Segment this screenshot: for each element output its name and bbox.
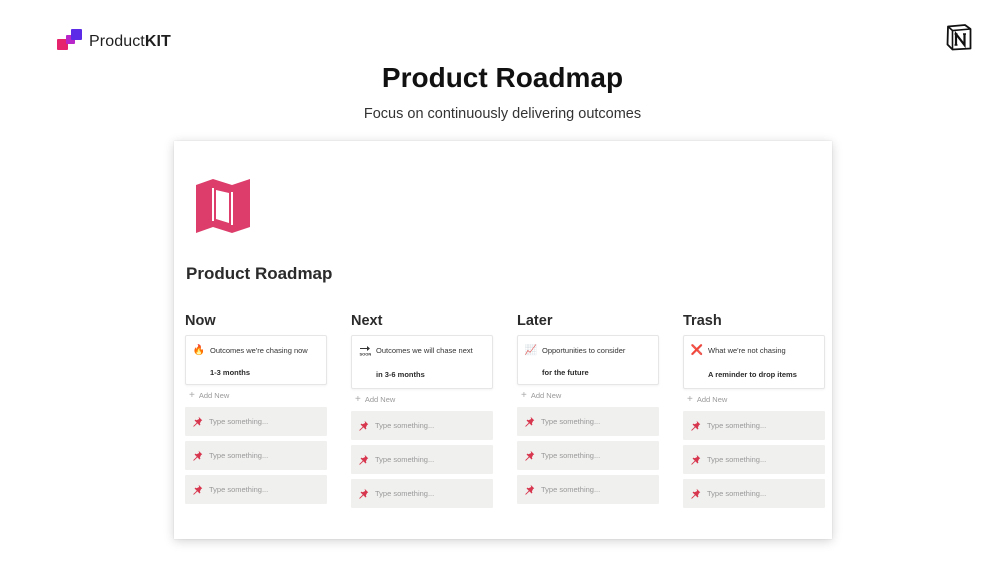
column-title: Trash [683,313,722,329]
fire-icon: 🔥 [192,344,206,356]
pushpin-icon [192,484,203,495]
card-item[interactable]: Type something... [185,407,327,436]
svg-text:SOON: SOON [360,352,372,357]
card-placeholder-text: Type something... [541,485,601,494]
column-cover-card[interactable]: 🔥 Outcomes we're chasing now 1-3 months [185,335,327,385]
column-cover-card[interactable]: SOON Outcomes we will chase next in 3-6 … [351,335,493,389]
card-placeholder-text: Type something... [375,455,435,464]
page-title: Product Roadmap [381,62,624,93]
column-cover-card[interactable]: 📈 Opportunities to consider for the futu… [517,335,659,385]
card-item[interactable]: Type something... [351,445,493,474]
cover-text: Opportunities to consider [542,345,626,355]
plus-icon: + [355,393,361,405]
card-placeholder-text: Type something... [375,489,435,498]
card-placeholder-text: Type something... [707,455,767,464]
brand: ProductKIT [57,29,171,55]
card-placeholder-text: Type something... [707,489,767,498]
notion-logo-icon [946,24,972,51]
roadmap-board: Product Roadmap Now 🔥 Outcomes we're cha… [174,141,832,539]
column-cover-card[interactable]: ❌ What we're not chasing A reminder to d… [683,335,825,389]
pushpin-icon [192,450,203,461]
cover-subtext: 1-3 months [210,368,251,377]
pushpin-icon [192,416,203,427]
card-item[interactable]: Type something... [517,407,659,436]
card-item[interactable]: Type something... [683,411,825,440]
card-item[interactable]: Type something... [351,411,493,440]
cover-subtext: A reminder to drop items [708,370,797,379]
column-title: Later [517,313,553,329]
card-placeholder-text: Type something... [707,421,767,430]
cover-text: Outcomes we're chasing now [210,345,308,355]
column-title: Now [185,313,216,329]
pushpin-icon [358,454,369,465]
pushpin-icon [358,420,369,431]
column-next: Next SOON Outcomes we will chase next in… [351,311,493,513]
pushpin-icon [524,450,535,461]
card-placeholder-text: Type something... [541,417,601,426]
add-new-button[interactable]: + Add New [189,389,327,401]
add-new-button[interactable]: + Add New [521,389,659,401]
card-item[interactable]: Type something... [351,479,493,508]
pushpin-icon [524,484,535,495]
card-placeholder-text: Type something... [209,451,269,460]
card-item[interactable]: Type something... [683,445,825,474]
board-title: Product Roadmap [186,264,333,283]
pushpin-icon [524,416,535,427]
pushpin-icon [690,488,701,499]
column-later: Later 📈 Opportunities to consider for th… [517,311,659,509]
card-placeholder-text: Type something... [375,421,435,430]
cover-subtext: in 3-6 months [376,370,425,379]
cover-subtext: for the future [542,368,589,377]
card-placeholder-text: Type something... [209,417,269,426]
brand-name: ProductKIT [89,33,171,50]
cross-mark-icon: ❌ [690,344,704,356]
card-item[interactable]: Type something... [185,475,327,504]
column-title: Next [351,313,383,329]
pushpin-icon [690,454,701,465]
add-new-button[interactable]: + Add New [687,393,825,405]
pushpin-icon [690,420,701,431]
column-now: Now 🔥 Outcomes we're chasing now 1-3 mon… [185,311,327,509]
column-trash: Trash ❌ What we're not chasing A reminde… [683,311,825,513]
card-item[interactable]: Type something... [517,441,659,470]
card-item[interactable]: Type something... [517,475,659,504]
plus-icon: + [687,393,693,405]
card-item[interactable]: Type something... [683,479,825,508]
page-subtitle: Focus on continuously delivering outcome… [363,106,642,122]
plus-icon: + [521,389,527,401]
plus-icon: + [189,389,195,401]
card-item[interactable]: Type something... [185,441,327,470]
productkit-logo-icon [57,29,83,55]
card-placeholder-text: Type something... [541,451,601,460]
cover-text: What we're not chasing [708,345,786,355]
add-new-button[interactable]: + Add New [355,393,493,405]
card-placeholder-text: Type something... [209,485,269,494]
map-icon [196,179,250,233]
cover-text: Outcomes we will chase next [376,345,473,355]
soon-arrow-icon: SOON [359,344,371,356]
chart-icon: 📈 [524,344,538,356]
pushpin-icon [358,488,369,499]
